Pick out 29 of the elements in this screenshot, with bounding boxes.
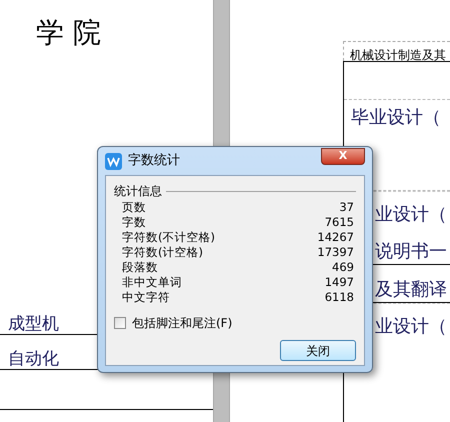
stat-value: 14267: [317, 228, 354, 246]
stat-value: 17397: [317, 244, 354, 261]
stat-label: 字数: [122, 214, 146, 231]
close-dialog-button[interactable]: 关闭: [280, 340, 356, 361]
title-text: 毕业设计（: [351, 106, 442, 130]
stat-value: 469: [332, 258, 354, 276]
dialog-title: 字数统计: [128, 152, 180, 170]
stat-value: 1497: [324, 274, 354, 291]
row-text: 业设计（: [375, 315, 447, 339]
stat-label: 页数: [122, 198, 146, 216]
header-text: 机械设计制造及其: [350, 48, 446, 62]
stat-value: 6118: [324, 288, 354, 306]
stat-label: 段落数: [122, 258, 158, 276]
row-text: 说明书一: [375, 240, 447, 264]
stat-label: 非中文单词: [122, 274, 182, 291]
field-text: 自动化: [8, 349, 59, 369]
field-text: 成型机: [8, 314, 59, 334]
row-text: 业设计（: [375, 203, 447, 227]
stat-label: 中文字符: [122, 288, 170, 306]
heading-text: 学 院: [36, 16, 102, 50]
stat-value: 37: [339, 198, 354, 216]
stat-label: 字符数(计空格): [122, 244, 203, 261]
row-text: 及其翻译: [375, 278, 447, 302]
checkbox[interactable]: [114, 317, 126, 329]
stat-label: 字符数(不计空格): [122, 228, 215, 246]
checkbox-label: 包括脚注和尾注(F): [132, 315, 232, 332]
group-label: 统计信息: [114, 183, 162, 200]
stat-value: 7615: [324, 214, 354, 231]
app-logo-icon: [105, 152, 122, 170]
